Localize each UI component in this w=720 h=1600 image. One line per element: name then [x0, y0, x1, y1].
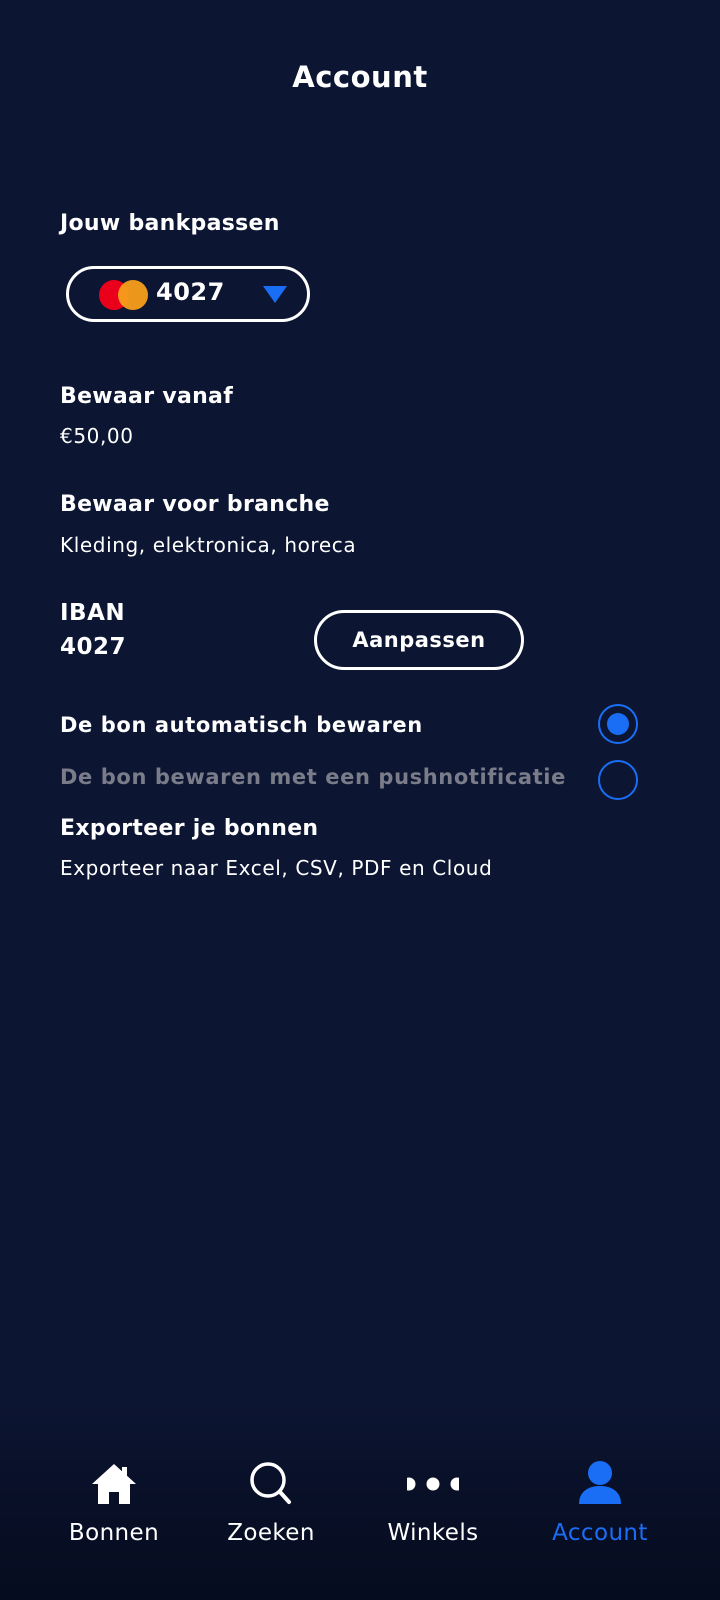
- save-branch-value: Kleding, elektronica, horeca: [60, 533, 357, 557]
- edit-iban-button[interactable]: Aanpassen: [314, 610, 524, 670]
- nav-item-zoeken[interactable]: Zoeken: [191, 1458, 351, 1558]
- auto-save-radio[interactable]: [598, 704, 638, 744]
- user-icon: [579, 1461, 621, 1504]
- nav-item-winkels[interactable]: Winkels: [353, 1458, 513, 1558]
- nav-label-account: Account: [552, 1520, 648, 1546]
- iban-label: IBAN: [60, 600, 126, 626]
- nav-item-account[interactable]: Account: [520, 1458, 680, 1558]
- home-icon: [92, 1464, 136, 1504]
- push-save-radio[interactable]: [598, 760, 638, 800]
- bottom-navigation: Bonnen Zoeken Winkels Account: [0, 1400, 720, 1600]
- save-from-heading: Bewaar vanaf: [60, 384, 234, 409]
- save-from-value: €50,00: [60, 424, 134, 448]
- export-heading[interactable]: Exporteer je bonnen: [60, 816, 318, 841]
- save-branch-heading: Bewaar voor branche: [60, 492, 330, 517]
- auto-save-label[interactable]: De bon automatisch bewaren: [60, 713, 423, 737]
- card-number: 4027: [156, 278, 225, 306]
- nav-label-zoeken: Zoeken: [227, 1520, 315, 1546]
- iban-value: 4027: [60, 634, 127, 660]
- export-value: Exporteer naar Excel, CSV, PDF en Cloud: [60, 856, 493, 880]
- nav-label-bonnen: Bonnen: [68, 1520, 160, 1546]
- push-save-label[interactable]: De bon bewaren met een pushnotificatie: [60, 765, 566, 789]
- search-icon: [250, 1462, 291, 1504]
- nav-label-winkels: Winkels: [387, 1520, 479, 1546]
- nav-item-bonnen[interactable]: Bonnen: [34, 1458, 194, 1558]
- mastercard-icon: [99, 280, 149, 310]
- more-dots-icon: [407, 1477, 459, 1491]
- chevron-down-icon: [263, 286, 287, 303]
- page-title: Account: [292, 60, 428, 94]
- bank-card-select[interactable]: 4027: [66, 266, 310, 322]
- radio-selected-dot: [607, 713, 629, 735]
- bank-cards-heading: Jouw bankpassen: [60, 211, 280, 236]
